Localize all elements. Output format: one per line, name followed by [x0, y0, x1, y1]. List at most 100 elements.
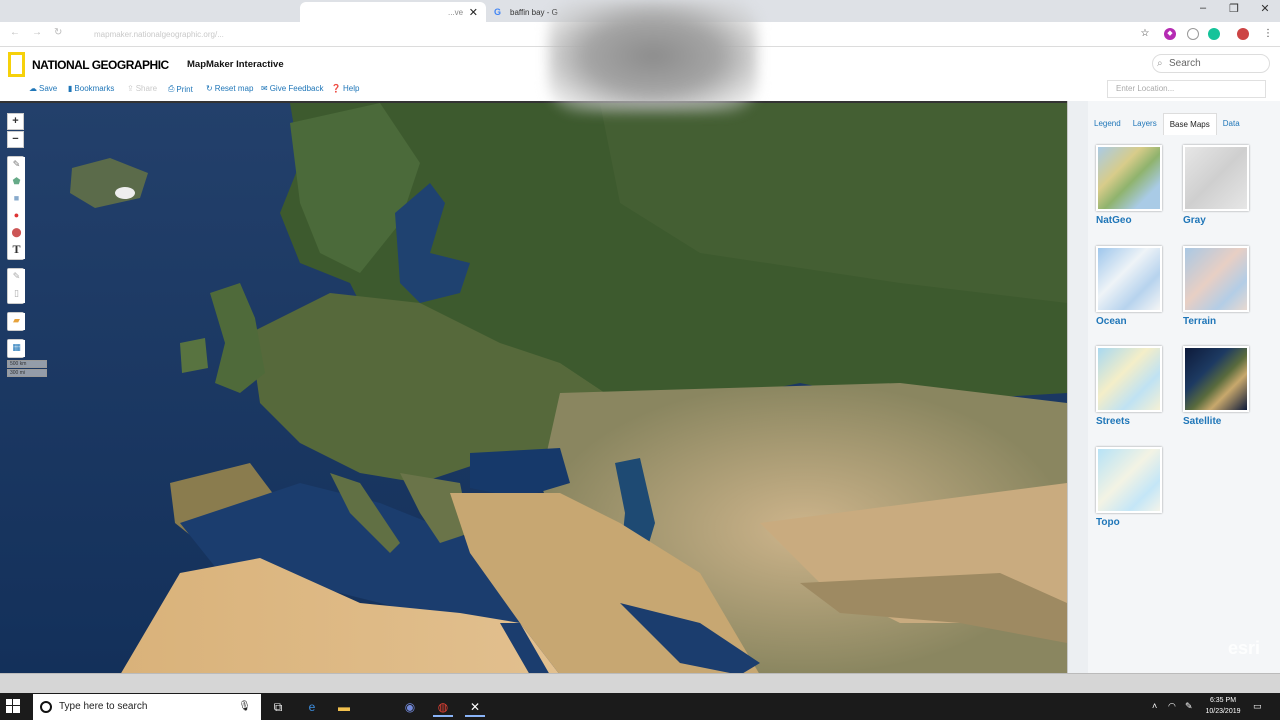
- natgeo-logo-icon[interactable]: [8, 52, 25, 77]
- cortana-icon: [40, 701, 52, 713]
- basemap-label: Terrain: [1183, 316, 1217, 327]
- satellite-map[interactable]: + − ✎ ⬟ ■ ● ⬤ T ✎ ▯ ▰ ▦ 500 km 300 mi: [0, 101, 1067, 673]
- app-icon[interactable]: ✕: [465, 697, 485, 717]
- file-explorer-icon[interactable]: ▬: [334, 697, 354, 717]
- extension-icon[interactable]: [1187, 28, 1199, 40]
- back-icon[interactable]: ←: [10, 27, 20, 38]
- location-input[interactable]: Enter Location...: [1107, 80, 1266, 98]
- taskbar-search-input[interactable]: Type here to search 🎙: [33, 694, 261, 720]
- scale-km: 500 km: [7, 360, 47, 368]
- chrome-icon[interactable]: ◍: [433, 697, 453, 717]
- search-input[interactable]: ⌕ Search: [1152, 54, 1270, 73]
- grammarly-icon[interactable]: [1208, 28, 1220, 40]
- text-tool-button[interactable]: T: [8, 242, 25, 259]
- microphone-icon[interactable]: 🎙: [238, 694, 251, 720]
- windows-start-icon[interactable]: [6, 699, 20, 713]
- grid-icon[interactable]: ▦: [8, 340, 25, 357]
- edit-icon[interactable]: ✎: [8, 269, 25, 286]
- trash-icon[interactable]: ▯: [8, 286, 25, 303]
- avatar[interactable]: [1237, 28, 1249, 40]
- cloud-icon: ☁: [29, 84, 37, 93]
- clock-time: 6:35 PM: [1209, 697, 1237, 704]
- brand-name[interactable]: NATIONAL GEOGRAPHIC: [32, 58, 169, 72]
- close-window-button[interactable]: ✕: [1250, 2, 1280, 15]
- google-icon: G: [494, 7, 502, 17]
- zoom-out-button[interactable]: −: [7, 131, 24, 148]
- notifications-icon[interactable]: ▭: [1253, 701, 1262, 712]
- search-placeholder: Search: [1169, 58, 1201, 69]
- zoom-in-button[interactable]: +: [7, 113, 24, 130]
- chevron-up-icon[interactable]: ˄: [1152, 701, 1157, 711]
- help-button[interactable]: ❓ Help: [331, 84, 359, 93]
- basemap-label: NatGeo: [1096, 215, 1132, 226]
- help-icon: ❓: [331, 84, 341, 93]
- basemap-thumbnail: [1183, 346, 1249, 412]
- basemap-thumbnail: [1096, 145, 1162, 211]
- basemap-satellite[interactable]: Satellite: [1183, 346, 1263, 427]
- star-icon[interactable]: ☆: [1139, 28, 1151, 40]
- print-icon: ⎙: [168, 84, 175, 93]
- reload-icon[interactable]: ↻: [54, 27, 62, 38]
- menu-icon[interactable]: ⋮: [1262, 28, 1274, 40]
- bookmark-icon: ▮: [68, 84, 73, 93]
- tab-close-icon[interactable]: ✕: [469, 6, 478, 19]
- circle-icon[interactable]: ●: [8, 208, 25, 225]
- browser-tab-active[interactable]: ...ve ✕: [300, 2, 486, 22]
- basemap-label: Topo: [1096, 517, 1120, 528]
- tab-base-maps[interactable]: Base Maps: [1162, 113, 1217, 135]
- edge-icon[interactable]: e: [302, 697, 322, 717]
- basemap-topo[interactable]: Topo: [1096, 447, 1176, 528]
- pencil-icon[interactable]: ✎: [8, 157, 25, 174]
- app-title: MapMaker Interactive: [187, 59, 284, 70]
- basemap-label: Ocean: [1096, 316, 1127, 327]
- draw-tools: ✎ ⬟ ■ ● ⬤ T: [7, 156, 25, 260]
- discord-icon[interactable]: ◉: [400, 697, 420, 717]
- pen-icon[interactable]: ✎: [1185, 701, 1193, 712]
- reset-map-button[interactable]: ↻ Reset map: [206, 84, 253, 93]
- map-canvas: [0, 103, 1067, 673]
- basemap-ocean[interactable]: Ocean: [1096, 246, 1176, 327]
- url-text: mapmaker.nationalgeographic.org/...: [94, 29, 224, 39]
- scale-bar: 500 km 300 mi: [7, 360, 47, 378]
- rectangle-icon[interactable]: ■: [8, 191, 25, 208]
- print-button[interactable]: ⎙ Print: [168, 84, 193, 94]
- esri-logo: esri: [1227, 638, 1260, 658]
- forward-icon[interactable]: →: [32, 27, 42, 38]
- basemap-thumbnail: [1096, 246, 1162, 312]
- basemap-label: Streets: [1096, 416, 1130, 427]
- layer-tools: ▰: [7, 312, 25, 331]
- bookmarks-button[interactable]: ▮ Bookmarks: [68, 84, 114, 93]
- basemap-gray[interactable]: Gray: [1183, 145, 1263, 226]
- system-clock[interactable]: 6:35 PM 10/23/2019: [1200, 695, 1246, 717]
- refresh-icon: ↻: [206, 84, 213, 93]
- maximize-button[interactable]: ❐: [1219, 2, 1249, 15]
- taskbar-search-placeholder: Type here to search: [59, 701, 148, 712]
- grid-tools: ▦: [7, 339, 25, 358]
- tab-legend[interactable]: Legend: [1088, 113, 1127, 135]
- windows-taskbar: Type here to search 🎙 ⧉ e ▬ ◉ ◍ ✕ ˄ ◠ ✎ …: [0, 693, 1280, 720]
- marker-icon[interactable]: ⬤: [8, 225, 25, 242]
- side-panel: Legend Layers Base Maps Data NatGeo Gray…: [1067, 101, 1280, 673]
- wifi-icon[interactable]: ◠: [1168, 701, 1176, 712]
- basemap-thumbnail: [1096, 346, 1162, 412]
- extension-icon[interactable]: ◆: [1164, 28, 1176, 40]
- basemap-terrain[interactable]: Terrain: [1183, 246, 1263, 327]
- minimize-button[interactable]: –: [1188, 2, 1218, 14]
- page-bottom-strip: [0, 673, 1280, 693]
- save-button[interactable]: ☁ Save: [29, 84, 57, 93]
- basemap-natgeo[interactable]: NatGeo: [1096, 145, 1176, 226]
- task-view-icon[interactable]: ⧉: [268, 697, 288, 717]
- basemap-thumbnail: [1183, 246, 1249, 312]
- tab-title: ...ve: [448, 7, 464, 17]
- mail-icon: ✉: [261, 84, 268, 93]
- basemap-label: Satellite: [1183, 416, 1222, 427]
- basemap-thumbnail: [1096, 447, 1162, 513]
- tab-data[interactable]: Data: [1217, 113, 1246, 135]
- basemap-streets[interactable]: Streets: [1096, 346, 1176, 427]
- give-feedback-button[interactable]: ✉ Give Feedback: [261, 84, 324, 93]
- tab-layers[interactable]: Layers: [1127, 113, 1163, 135]
- share-icon: ⇪: [127, 84, 134, 93]
- flag-icon[interactable]: ▰: [8, 313, 25, 330]
- share-button[interactable]: ⇪ Share: [127, 84, 157, 93]
- polygon-icon[interactable]: ⬟: [8, 174, 25, 191]
